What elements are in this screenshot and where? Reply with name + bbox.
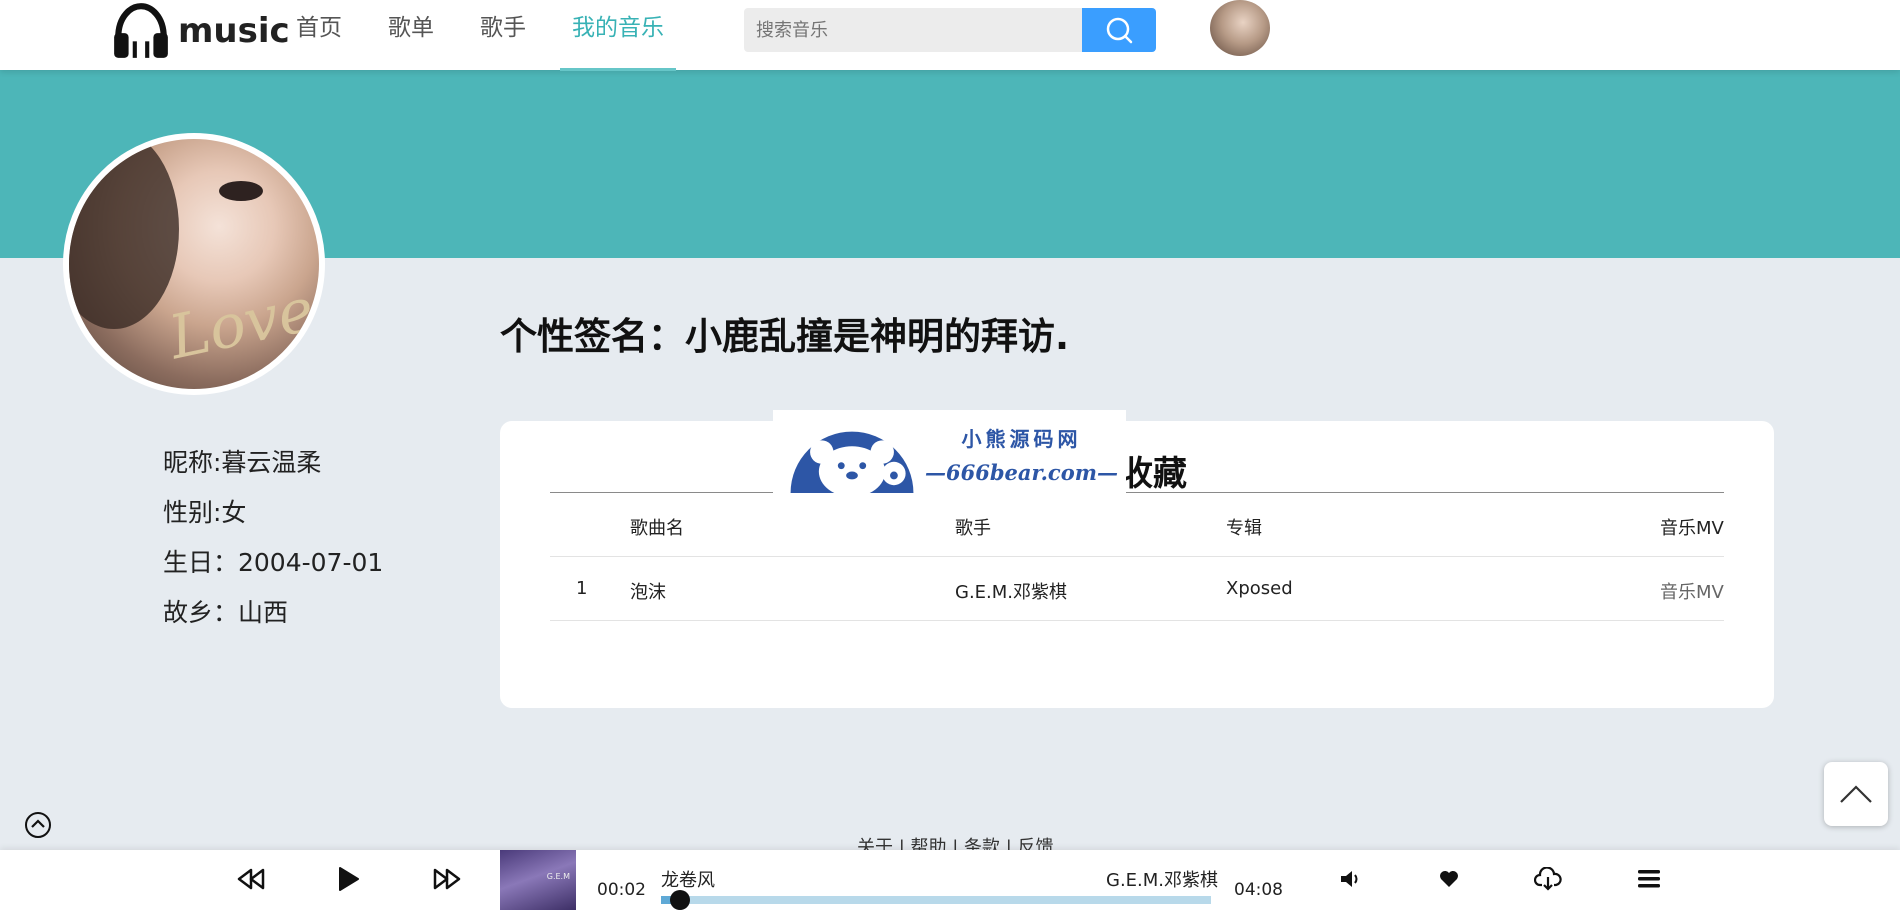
play-button[interactable] — [332, 862, 366, 896]
hometown: 故乡：山西 — [163, 598, 289, 627]
progress-bar[interactable] — [661, 890, 1211, 910]
watermark-url: —666bear.com— — [925, 460, 1118, 485]
row-album[interactable]: Xposed — [1226, 578, 1293, 599]
previous-button[interactable] — [234, 862, 268, 896]
headphones-icon — [114, 3, 168, 58]
column-header-singer: 歌手 — [955, 518, 991, 539]
fast-forward-icon — [433, 868, 461, 890]
download-button[interactable] — [1531, 862, 1565, 896]
search-bar — [744, 8, 1156, 52]
watermark: 小熊源码网 —666bear.com— — [773, 410, 1126, 498]
play-icon — [339, 867, 359, 891]
favorite-button[interactable] — [1432, 862, 1466, 896]
cover-text: G.E.M — [546, 872, 570, 881]
column-header-song: 歌曲名 — [630, 518, 684, 539]
search-input[interactable] — [744, 8, 1082, 52]
next-button[interactable] — [430, 862, 464, 896]
nav-home[interactable]: 首页 — [296, 0, 342, 56]
collapse-player-icon[interactable] — [24, 811, 52, 839]
rewind-icon — [237, 868, 265, 890]
cloud-download-icon — [1534, 867, 1562, 891]
volume-icon — [1341, 871, 1358, 887]
nav-playlists[interactable]: 歌单 — [388, 0, 434, 56]
watermark-cn: 小熊源码网 — [961, 427, 1082, 451]
search-button[interactable] — [1082, 8, 1156, 52]
logo[interactable]: music — [110, 0, 290, 62]
row-song[interactable]: 泡沫 — [630, 578, 666, 604]
volume-button[interactable] — [1333, 862, 1367, 896]
back-to-top-button[interactable] — [1824, 762, 1888, 826]
row-divider — [550, 556, 1724, 557]
row-mv-link[interactable]: 音乐MV — [1660, 578, 1724, 604]
heart-icon — [1440, 871, 1458, 887]
top-header: music 首页 歌单 歌手 我的音乐 — [0, 0, 1900, 71]
row-divider — [550, 620, 1724, 621]
row-singer[interactable]: G.E.M.邓紫棋 — [955, 578, 1067, 604]
bear-logo-icon — [790, 431, 914, 493]
column-header-album: 专辑 — [1226, 518, 1262, 539]
current-time: 00:02 — [597, 880, 646, 900]
playlist-menu-button[interactable] — [1632, 862, 1666, 896]
nickname: 昵称:暮云温柔 — [163, 448, 322, 477]
user-avatar[interactable] — [1210, 0, 1270, 56]
logo-text: music — [178, 11, 290, 51]
signature: 个性签名：小鹿乱撞是神明的拜访. — [500, 315, 1070, 358]
title-divider — [550, 492, 1724, 493]
birthday: 生日：2004-07-01 — [163, 548, 384, 577]
column-header-mv: 音乐MV — [1660, 518, 1724, 539]
search-icon — [1106, 17, 1133, 44]
profile-avatar: Love — [63, 133, 325, 395]
main-nav: 首页 歌单 歌手 我的音乐 — [296, 0, 710, 71]
menu-icon — [1638, 870, 1660, 888]
total-time: 04:08 — [1234, 880, 1283, 900]
progress-handle[interactable] — [670, 890, 690, 910]
album-cover: G.E.M — [500, 850, 576, 910]
profile-info: 昵称:暮云温柔 性别:女 生日：2004-07-01 故乡：山西 — [163, 443, 383, 643]
nav-singers[interactable]: 歌手 — [480, 0, 526, 56]
now-playing-song: 龙卷风 — [661, 870, 715, 891]
nav-my-music[interactable]: 我的音乐 — [560, 0, 676, 71]
now-playing-singer: G.E.M.邓紫棋 — [1106, 870, 1219, 891]
chevron-up-icon — [1840, 785, 1872, 803]
row-index: 1 — [576, 578, 588, 599]
gender: 性别:女 — [163, 498, 247, 527]
